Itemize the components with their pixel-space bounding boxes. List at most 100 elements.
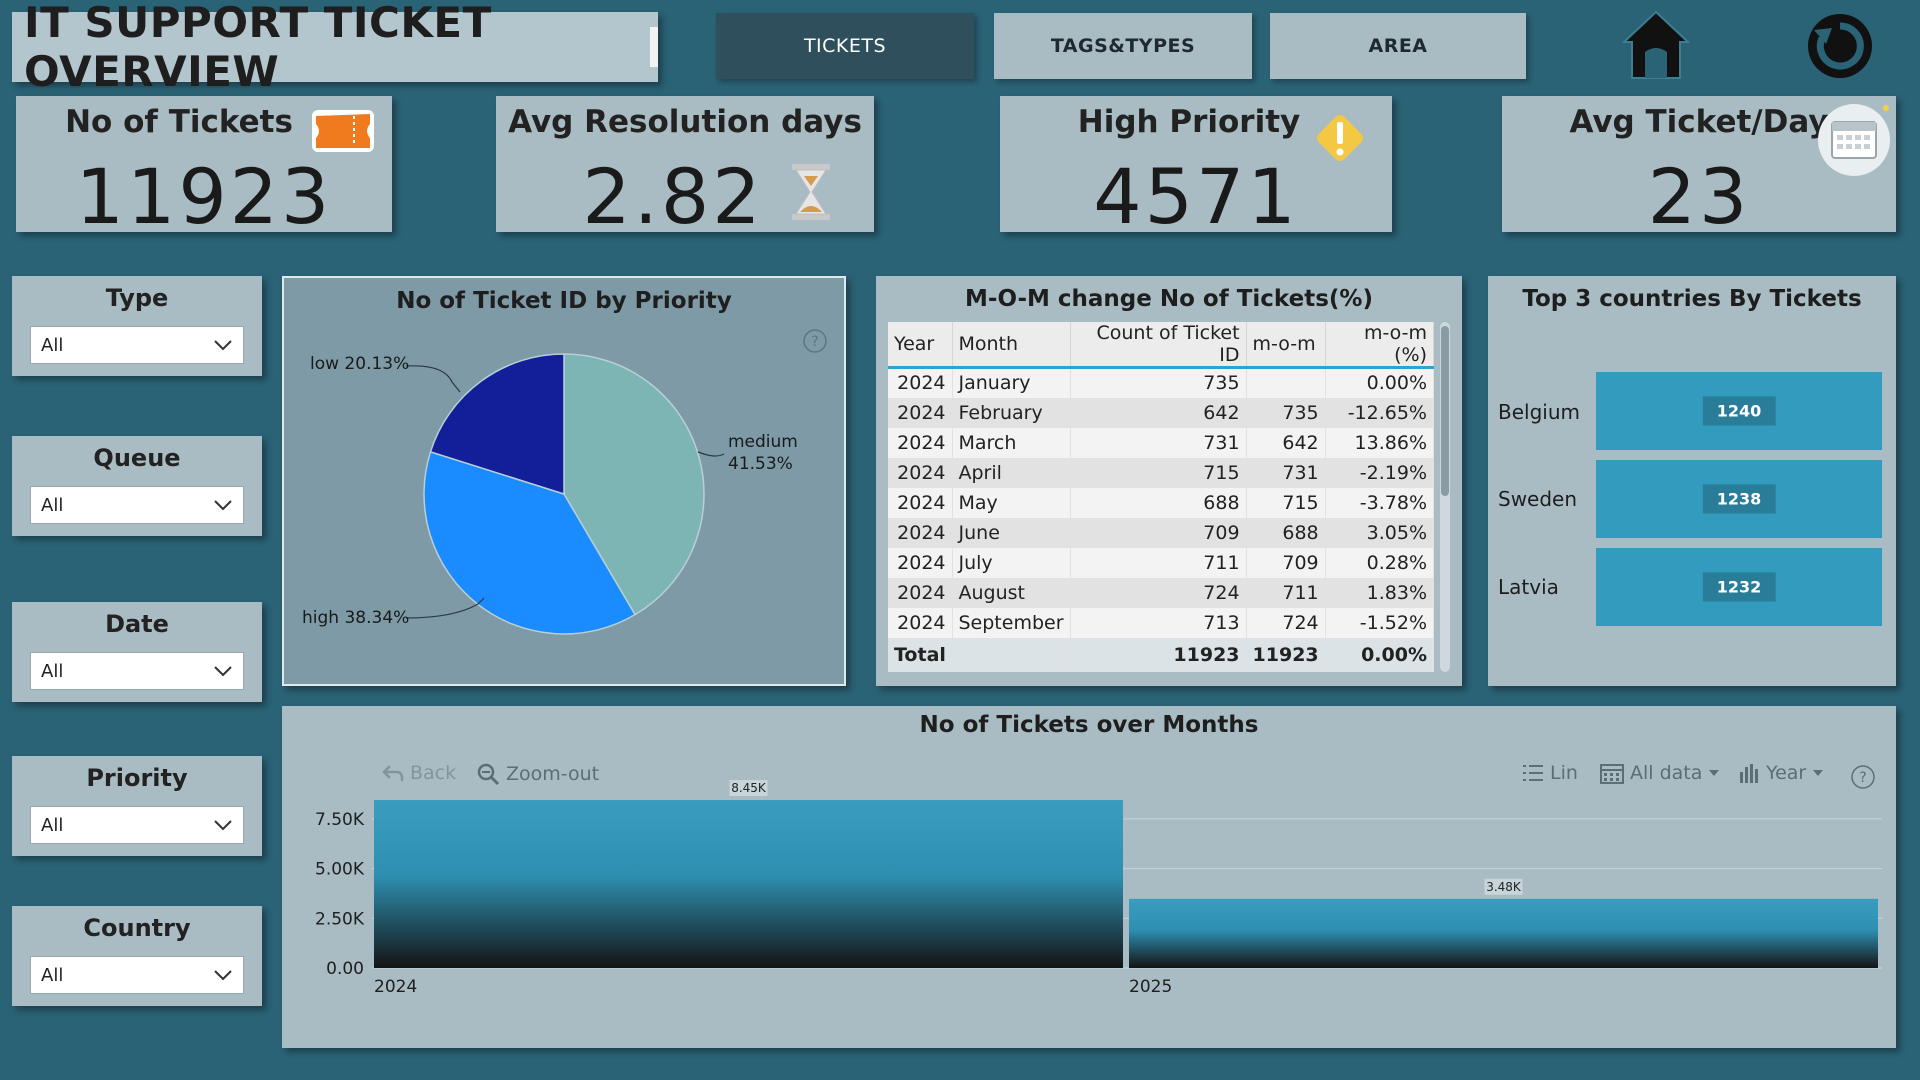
y-tick-label: 0.00 <box>326 959 364 979</box>
country-bar-sweden[interactable]: 1238 <box>1596 460 1882 538</box>
cell-count: 735 <box>1070 367 1247 398</box>
cell-month: September <box>952 607 1071 638</box>
pie-label-medium: medium <box>728 432 798 452</box>
cell-mom: 688 <box>1246 517 1326 548</box>
calendar-icon <box>1818 104 1890 176</box>
chevron-down-icon <box>214 970 232 981</box>
col-header-count[interactable]: Count of Ticket ID <box>1070 322 1247 369</box>
cell-year: 2024 <box>888 427 953 458</box>
queue-dropdown[interactable]: All <box>30 486 244 524</box>
chevron-down-icon <box>214 340 232 351</box>
cell-month: June <box>952 517 1071 548</box>
dropdown-value: All <box>41 964 64 986</box>
pie-label-high: high 38.34% <box>302 608 410 628</box>
col-header-mom-pct[interactable]: m-o-m (%) <box>1325 322 1435 369</box>
table-row: 2024 June 709 688 3.05% <box>888 517 1435 548</box>
x-tick-label: 2024 <box>374 977 417 997</box>
tab-area[interactable]: AREA <box>1270 13 1526 79</box>
dropdown-value: All <box>41 814 64 836</box>
kpi-value: 11923 <box>75 152 333 241</box>
cell-mom: 709 <box>1246 547 1326 578</box>
country-label-latvia: Latvia <box>1498 575 1559 599</box>
kpi-high-priority: High Priority 4571 <box>1000 96 1392 241</box>
table-row: 2024 August 724 711 1.83% <box>888 577 1435 608</box>
cell-year: 2024 <box>888 547 953 578</box>
slicer-title: Priority <box>86 764 188 792</box>
slicer-title: Type <box>105 284 169 312</box>
cell-mom: 711 <box>1246 577 1326 608</box>
cell-mom: 715 <box>1246 487 1326 518</box>
cell-mom-pct: -12.65% <box>1325 397 1435 428</box>
cell-count: 642 <box>1070 397 1247 428</box>
table-total-row: Total 11923 11923 0.00% <box>888 637 1435 672</box>
cell-month: February <box>952 397 1071 428</box>
scrollbar-thumb[interactable] <box>1441 326 1449 496</box>
country-label-sweden: Sweden <box>1498 487 1578 511</box>
warning-icon <box>1317 115 1363 161</box>
kpi-avg-ticket-per-day: Avg Ticket/Day 23 <box>1502 96 1896 241</box>
kpi-avg-resolution-days: Avg Resolution days 2.82 <box>496 96 874 241</box>
type-dropdown[interactable]: All <box>30 326 244 364</box>
cell-mom-pct: 1.83% <box>1325 577 1435 608</box>
cell-count: 711 <box>1070 547 1247 578</box>
country-bar-latvia[interactable]: 1232 <box>1596 548 1882 626</box>
cell-mom-pct: 0.28% <box>1325 547 1435 578</box>
col-header-mom[interactable]: m-o-m <box>1246 322 1326 369</box>
cell-mom-pct: -3.78% <box>1325 487 1435 518</box>
bar-2025[interactable] <box>1129 898 1878 968</box>
date-dropdown[interactable]: All <box>30 652 244 690</box>
cell-month: January <box>952 367 1071 398</box>
slicer-priority: Priority All <box>12 756 262 856</box>
cell-month: August <box>952 577 1071 608</box>
slicer-title: Queue <box>93 444 181 472</box>
priority-pie-card: No of Ticket ID by Priority ? low 20.13%… <box>282 276 846 686</box>
cell-mom-pct: 3.05% <box>1325 517 1435 548</box>
priority-dropdown[interactable]: All <box>30 806 244 844</box>
y-tick-label: 5.00K <box>315 860 365 880</box>
refresh-icon[interactable] <box>1800 4 1880 84</box>
home-icon[interactable] <box>1616 4 1696 84</box>
tab-tags-types[interactable]: TAGS&TYPES <box>994 13 1252 79</box>
cell-count: 709 <box>1070 517 1247 548</box>
country-bar-belgium[interactable]: 1240 <box>1596 372 1882 450</box>
country-value: 1240 <box>1702 396 1776 426</box>
cell-mom-pct: -1.52% <box>1325 607 1435 638</box>
chevron-down-icon <box>214 820 232 831</box>
mom-table: Year Month Count of Ticket ID m-o-m m-o-… <box>888 322 1435 672</box>
chevron-down-icon <box>214 500 232 511</box>
cell-year: 2024 <box>888 367 953 398</box>
total-mom-pct: 0.00% <box>1325 637 1435 672</box>
cell-count: 731 <box>1070 427 1247 458</box>
tickets-bar-chart: 0.00 2.50K 5.00K 7.50K 8.45K 2024 3.48K 2025 <box>315 780 1882 997</box>
country-label-belgium: Belgium <box>1498 400 1580 424</box>
table-row: 2024 January 735 0.00% <box>888 367 1435 398</box>
top3-title: Top 3 countries By Tickets <box>1522 286 1862 312</box>
cell-year: 2024 <box>888 397 953 428</box>
dashboard-title-box: IT SUPPORT TICKET OVERVIEW <box>12 0 658 96</box>
chevron-down-icon <box>214 666 232 677</box>
table-scrollbar[interactable] <box>1440 322 1450 672</box>
table-row: 2024 September 713 724 -1.52% <box>888 607 1435 638</box>
tickets-over-months-card: No of Tickets over Months Back Zoom-out … <box>282 706 1896 1048</box>
tab-tickets[interactable]: TICKETS <box>716 13 974 79</box>
hourglass-icon <box>792 164 830 220</box>
data-label: 3.48K <box>1486 880 1522 894</box>
pie-label-low: low 20.13% <box>310 354 410 374</box>
text-cursor <box>650 27 658 67</box>
col-header-month[interactable]: Month <box>952 322 1071 369</box>
cell-mom-pct: -2.19% <box>1325 457 1435 488</box>
bar-2024[interactable] <box>374 800 1123 968</box>
mom-table-card: M-O-M change No of Tickets(%) Year Month… <box>876 276 1462 686</box>
slicer-title: Country <box>83 914 191 942</box>
pie-label-medium-pct: 41.53% <box>728 454 793 474</box>
country-dropdown[interactable]: All <box>30 956 244 994</box>
slicer-country: Country All <box>12 906 262 1006</box>
cell-year: 2024 <box>888 457 953 488</box>
col-header-year[interactable]: Year <box>888 322 953 369</box>
country-value: 1238 <box>1702 484 1776 514</box>
ticket-icon <box>312 110 374 152</box>
top3-countries-card: Top 3 countries By Tickets Belgium 1240 … <box>1488 276 1896 686</box>
data-label: 8.45K <box>731 781 767 795</box>
cell-count: 713 <box>1070 607 1247 638</box>
cell-year: 2024 <box>888 607 953 638</box>
